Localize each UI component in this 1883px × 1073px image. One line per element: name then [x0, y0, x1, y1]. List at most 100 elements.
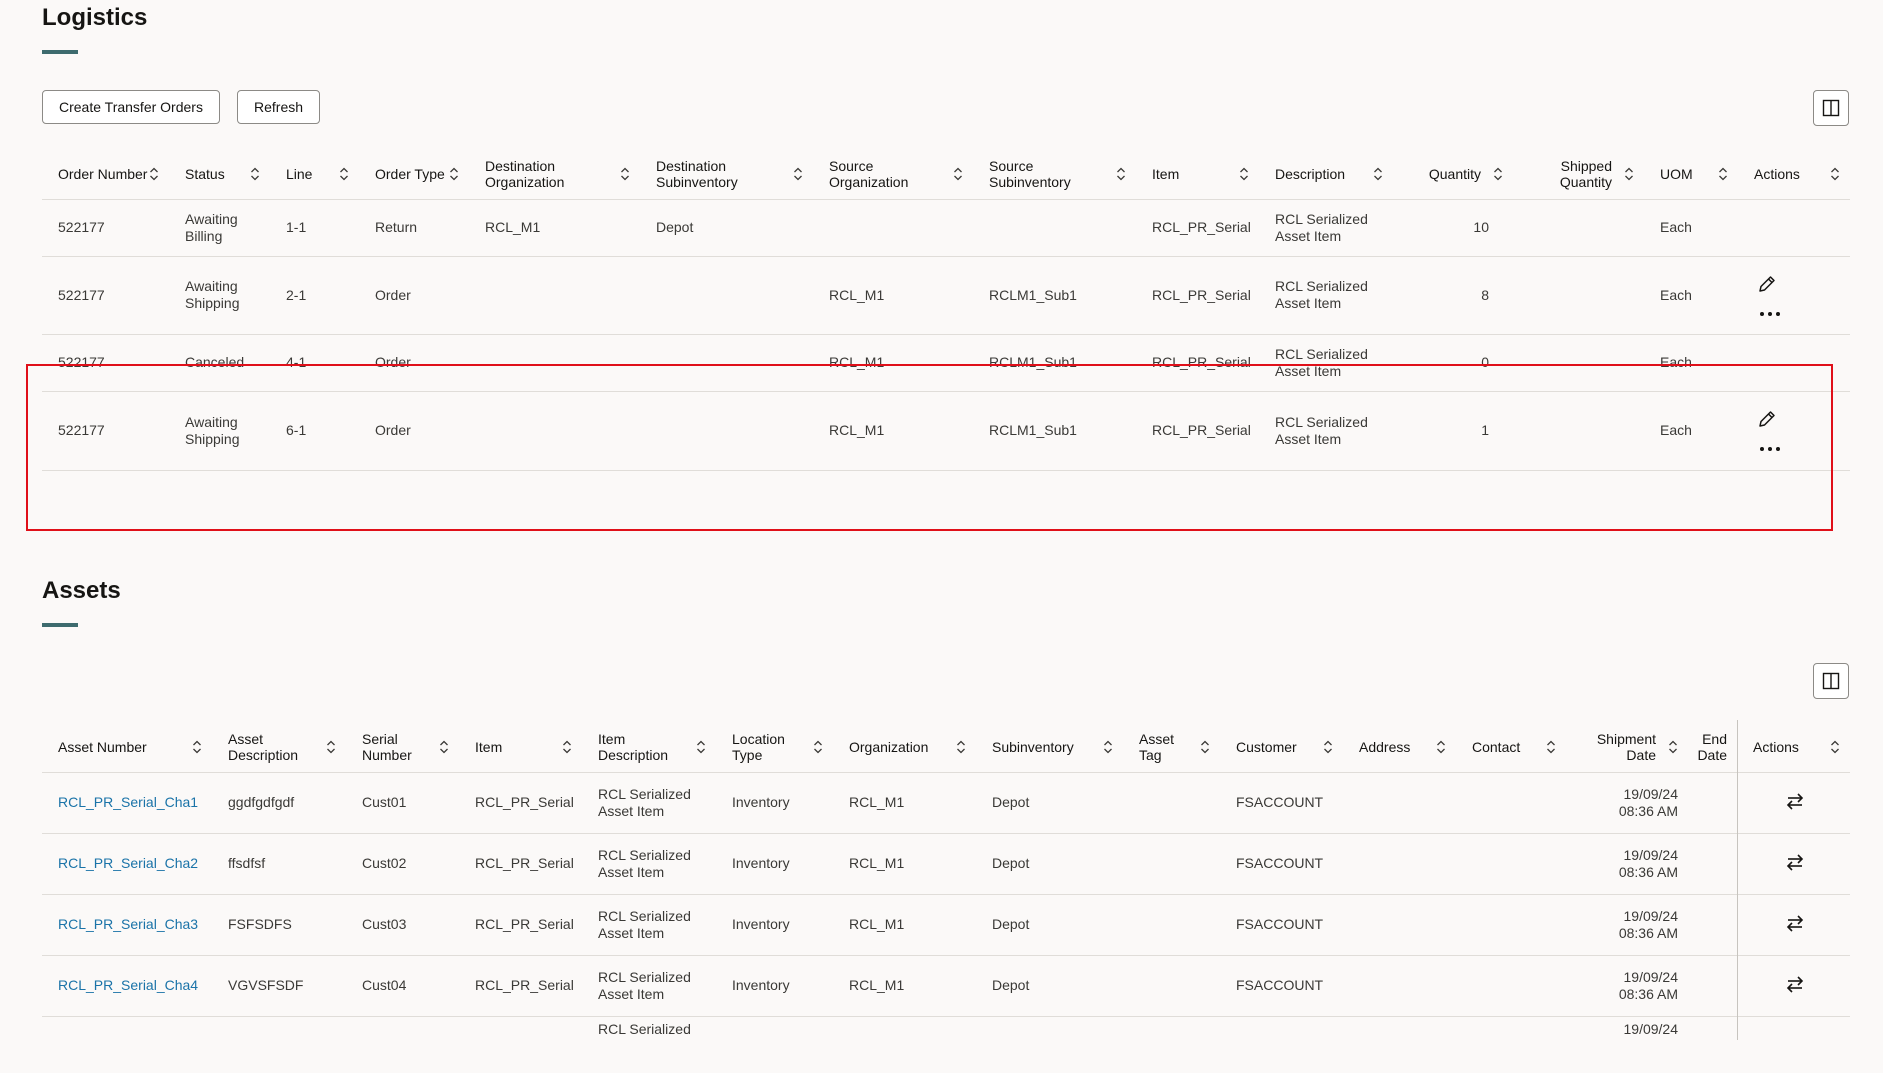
- serial-number-cell: Cust03: [346, 894, 459, 956]
- frozen-column-divider: [1737, 720, 1738, 1040]
- pencil-icon[interactable]: [1756, 408, 1778, 430]
- column-header-actions[interactable]: Actions: [1737, 723, 1850, 773]
- asset-row[interactable]: RCL_PR_Serial_Cha2 ffsdfsf Cust02 RCL_PR_Se…: [42, 833, 1850, 895]
- column-header-asset-number[interactable]: Asset Number: [42, 723, 212, 773]
- asset-number-cell[interactable]: RCL_PR_Serial_Cha2: [42, 833, 212, 895]
- column-header-source-organization[interactable]: Source Organization: [813, 150, 973, 200]
- asset-number-cell-link[interactable]: RCL_PR_Serial_Cha3: [58, 916, 198, 932]
- column-header-uom[interactable]: UOM: [1644, 150, 1738, 200]
- more-horizontal-icon[interactable]: [1758, 310, 1782, 318]
- sort-icon[interactable]: [439, 740, 449, 754]
- column-header-subinventory[interactable]: Subinventory: [976, 723, 1123, 773]
- destination-organization-cell: RCL_M1: [469, 199, 640, 257]
- column-header-shipped-quantity[interactable]: Shipped Quantity: [1513, 150, 1644, 200]
- asset-row[interactable]: RCL_PR_Serial_Cha4 VGVSFSDF Cust04 RCL_PR_S…: [42, 955, 1850, 1017]
- sort-icon[interactable]: [1200, 740, 1210, 754]
- create-transfer-orders-button[interactable]: Create Transfer Orders: [42, 90, 220, 124]
- column-header-shipment-date[interactable]: Shipment Date: [1566, 723, 1688, 773]
- sort-icon[interactable]: [1323, 740, 1333, 754]
- sort-icon[interactable]: [1436, 740, 1446, 754]
- column-header-quantity[interactable]: Quantity: [1393, 150, 1513, 200]
- transfer-arrows-icon[interactable]: [1785, 791, 1805, 811]
- column-header-item[interactable]: Item: [459, 723, 582, 773]
- sort-icon[interactable]: [1546, 740, 1556, 754]
- more-horizontal-icon[interactable]: [1758, 445, 1782, 453]
- column-header-status[interactable]: Status: [169, 150, 270, 200]
- sort-icon[interactable]: [1103, 740, 1113, 754]
- sort-icon[interactable]: [696, 740, 706, 754]
- refresh-button[interactable]: Refresh: [237, 90, 321, 124]
- asset-row[interactable]: RCL_PR_Serial_Cha1 ggdfgdfgdf Cust01 RCL_PR…: [42, 772, 1850, 834]
- column-header-location-type[interactable]: Location Type: [716, 723, 833, 773]
- pencil-icon[interactable]: [1756, 273, 1778, 295]
- item-description-cell: RCL Serialized Asset Item: [582, 955, 716, 1017]
- asset-description-cell-text: FSFSDFS: [228, 916, 292, 932]
- sort-icon[interactable]: [149, 167, 159, 181]
- sort-icon[interactable]: [620, 167, 630, 181]
- sort-icon[interactable]: [1624, 167, 1634, 181]
- column-header-contact[interactable]: Contact: [1456, 723, 1566, 773]
- sort-icon[interactable]: [1373, 167, 1383, 181]
- column-header-item-description[interactable]: Item Description: [582, 723, 716, 773]
- sort-icon[interactable]: [1668, 740, 1678, 754]
- sort-icon[interactable]: [953, 167, 963, 181]
- asset-number-cell[interactable]: RCL_PR_Serial_Cha3: [42, 894, 212, 956]
- item-cell-text: RCL_PR_Serial: [1152, 286, 1251, 303]
- assets-columns-button[interactable]: [1813, 663, 1849, 699]
- sort-icon[interactable]: [1830, 167, 1840, 181]
- sort-icon[interactable]: [813, 740, 823, 754]
- column-header-organization[interactable]: Organization: [833, 723, 976, 773]
- column-header-source-subinventory[interactable]: Source Subinventory: [973, 150, 1136, 200]
- column-header-asset-description[interactable]: Asset Description: [212, 723, 346, 773]
- asset-number-cell-link[interactable]: RCL_PR_Serial_Cha4: [58, 977, 198, 993]
- sort-icon[interactable]: [326, 740, 336, 754]
- logistics-row[interactable]: 522177 Canceled 4-1 Order RCL_M1 RCLM1_Sub1 RC…: [42, 334, 1850, 392]
- sort-icon[interactable]: [250, 167, 260, 181]
- column-header-order-number[interactable]: Order Number: [42, 150, 169, 200]
- subinventory-cell-text: Depot: [992, 855, 1030, 871]
- asset-row[interactable]: RCL_PR_Serial_Cha3 FSFSDFS Cust03 RCL_PR_Se…: [42, 894, 1850, 956]
- logistics-columns-button[interactable]: [1813, 90, 1849, 126]
- sort-icon[interactable]: [1116, 167, 1126, 181]
- column-header-customer[interactable]: Customer: [1220, 723, 1343, 773]
- column-header-item[interactable]: Item: [1136, 150, 1259, 200]
- logistics-row[interactable]: 522177 Awaiting Billing 1-1 Return RCL_M1 Dep…: [42, 199, 1850, 257]
- asset-number-cell[interactable]: RCL_PR_Serial_Cha1: [42, 772, 212, 834]
- contact-cell: [1456, 955, 1566, 1017]
- organization-cell: RCL_M1: [833, 894, 976, 956]
- sort-icon[interactable]: [192, 740, 202, 754]
- transfer-arrows-icon[interactable]: [1785, 913, 1805, 933]
- sort-icon[interactable]: [793, 167, 803, 181]
- sort-icon[interactable]: [1239, 167, 1249, 181]
- sort-icon[interactable]: [1493, 167, 1503, 181]
- sort-icon[interactable]: [1830, 740, 1840, 754]
- asset-row-partial[interactable]: RCL Serialized 19/09/24: [42, 1016, 1850, 1038]
- transfer-arrows-icon[interactable]: [1785, 974, 1805, 994]
- sort-icon[interactable]: [449, 167, 459, 181]
- column-header-actions[interactable]: Actions: [1738, 150, 1850, 200]
- asset-number-cell[interactable]: RCL_PR_Serial_Cha4: [42, 955, 212, 1017]
- sort-icon[interactable]: [956, 740, 966, 754]
- column-header-asset-tag[interactable]: Asset Tag: [1123, 723, 1220, 773]
- sort-icon[interactable]: [1718, 167, 1728, 181]
- sort-icon[interactable]: [339, 167, 349, 181]
- column-header-line[interactable]: Line: [270, 150, 359, 200]
- transfer-arrows-icon[interactable]: [1785, 852, 1805, 872]
- column-header-order-type[interactable]: Order Type: [359, 150, 469, 200]
- customer-cell: FSACCOUNT: [1220, 955, 1343, 1017]
- sort-icon[interactable]: [562, 740, 572, 754]
- column-header-address[interactable]: Address: [1343, 723, 1456, 773]
- column-header-destination-organization[interactable]: Destination Organization: [469, 150, 640, 200]
- column-header-destination-subinventory[interactable]: Destination Subinventory: [640, 150, 813, 200]
- column-header-label: End Date: [1697, 731, 1728, 764]
- logistics-row[interactable]: 522177 Awaiting Shipping 6-1 Order RCL_M1 RCL…: [42, 391, 1850, 471]
- asset-number-cell-link[interactable]: RCL_PR_Serial_Cha2: [58, 855, 198, 871]
- asset-number-cell-link[interactable]: RCL_PR_Serial_Cha1: [58, 794, 198, 810]
- item-description-cell-text: RCL Serialized Asset Item: [598, 907, 691, 941]
- logistics-row[interactable]: 522177 Awaiting Shipping 2-1 Order RCL_M1 RCL…: [42, 256, 1850, 335]
- logistics-table: Order Number Status Line Order Type Destinat…: [42, 150, 1850, 471]
- column-header-serial-number[interactable]: Serial Number: [346, 723, 459, 773]
- actions-cell: [1738, 334, 1850, 392]
- column-header-description[interactable]: Description: [1259, 150, 1393, 200]
- column-header-end-date[interactable]: End Date: [1688, 723, 1737, 773]
